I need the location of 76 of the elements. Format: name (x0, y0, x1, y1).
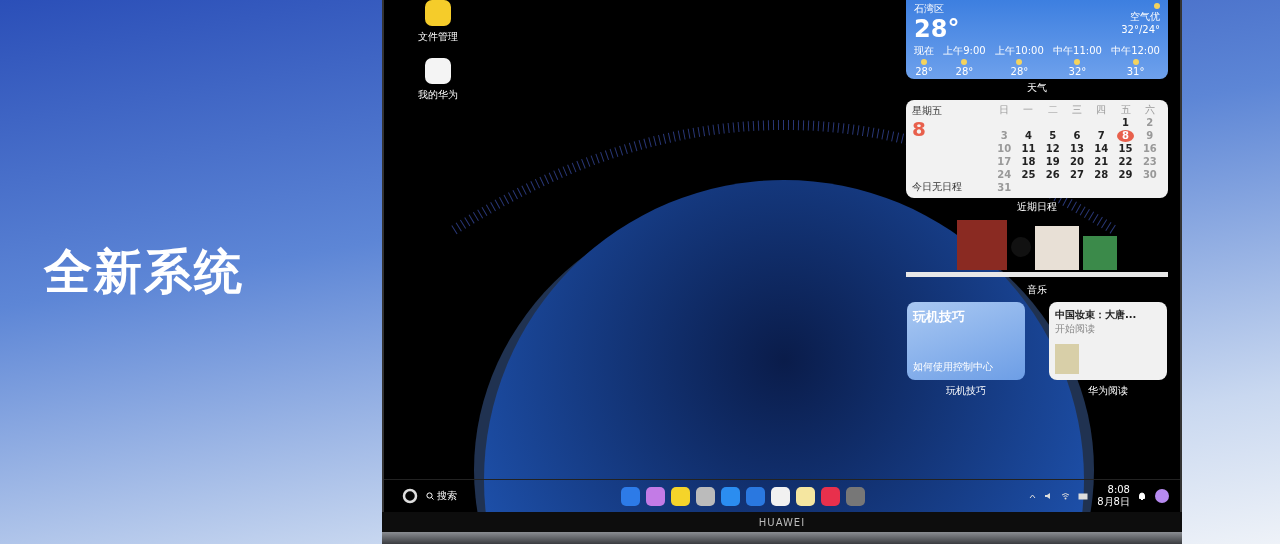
chevron-up-icon[interactable] (1029, 492, 1037, 500)
temperature-range: 32°/24° (1121, 24, 1160, 35)
weekday-header: 六 (1143, 104, 1156, 116)
calendar-day[interactable]: 28 (1092, 169, 1110, 181)
sun-icon (1154, 3, 1160, 9)
hour-temperature: 28° (955, 66, 974, 77)
photo-placeholder (1083, 236, 1117, 270)
calendar-day[interactable]: 21 (1092, 156, 1110, 168)
photo-placeholder (1055, 344, 1079, 374)
calendar-day[interactable]: 13 (1068, 143, 1086, 155)
headline: 全新系统 (44, 242, 244, 301)
circle-icon[interactable] (402, 488, 418, 504)
weekday-text: 星期五 (912, 104, 943, 118)
weekday-header: 五 (1119, 104, 1132, 116)
calendar-day[interactable]: 19 (1044, 156, 1062, 168)
photo-placeholder (1035, 226, 1079, 270)
sun-icon (921, 59, 927, 65)
brand-text: HUAWEI (758, 516, 806, 528)
sun-icon (1016, 59, 1023, 65)
calendar-day[interactable]: 14 (1092, 143, 1110, 155)
calendar-day[interactable]: 1 (1117, 117, 1135, 129)
calendar-day[interactable]: 4 (1019, 130, 1037, 142)
hour-temperature: 28° (915, 66, 933, 77)
air-quality-text: 空气优 (1130, 10, 1160, 24)
bell-icon[interactable] (1138, 491, 1146, 501)
calendar-day[interactable]: 27 (1068, 169, 1086, 181)
temperature-text: 28° (914, 16, 960, 42)
card-subtitle: 如何使用控制中心 (913, 360, 994, 374)
calendar-day[interactable]: 7 (1092, 130, 1110, 142)
desktop-shortcut[interactable]: 文件管理 (414, 0, 462, 44)
calendar-day[interactable]: 20 (1068, 156, 1086, 168)
calendar-day[interactable]: 25 (1019, 169, 1037, 181)
battery-icon[interactable] (1078, 492, 1090, 500)
calendar-day[interactable]: 29 (1117, 169, 1135, 181)
hour-text: 中午11:00 (1053, 44, 1102, 58)
hour-temperature: 32° (1068, 66, 1087, 77)
card-title: 玩机技巧 (913, 308, 966, 326)
shortcut-label: 我的华为 (418, 88, 458, 102)
sun-icon (1132, 59, 1139, 65)
shortcut-label: 文件管理 (418, 30, 458, 44)
widget-label: 天气 (1027, 81, 1047, 95)
hour-temperature: 28° (1010, 66, 1029, 77)
hour-temperature: 31° (1126, 66, 1145, 77)
widget-label: 音乐 (1027, 283, 1047, 297)
calendar-day[interactable]: 22 (1117, 156, 1135, 168)
date-number: 8 (912, 118, 927, 140)
weekday-header: 日 (998, 104, 1011, 116)
widget-label: 华为阅读 (1088, 384, 1128, 398)
widget-label: 近期日程 (1017, 200, 1057, 214)
calendar-day[interactable]: 5 (1044, 130, 1062, 142)
hour-text: 现在 (914, 44, 934, 58)
card-subtitle: 开始阅读 (1055, 322, 1095, 336)
location-text: 石湾区 (914, 2, 944, 16)
orb-icon[interactable] (1154, 488, 1170, 504)
sun-icon (961, 59, 968, 65)
sun-icon (1074, 59, 1081, 65)
search-icon (426, 492, 434, 500)
hour-text: 中午12:00 (1111, 44, 1160, 58)
schedule-text: 今日无日程 (912, 180, 963, 194)
calendar-day[interactable]: 11 (1019, 143, 1037, 155)
calendar-day[interactable]: 6 (1068, 130, 1086, 142)
weekday-header: 三 (1071, 104, 1083, 116)
photo-placeholder (957, 220, 1007, 270)
hour-text: 上午9:00 (943, 44, 986, 58)
calendar-day[interactable]: 18 (1019, 156, 1037, 168)
widget-label: 玩机技巧 (946, 384, 986, 398)
calendar-day[interactable]: 26 (1044, 169, 1062, 181)
hour-text: 上午10:00 (994, 44, 1044, 58)
wifi-icon[interactable] (1061, 492, 1071, 500)
calendar-day[interactable]: 15 (1117, 143, 1135, 155)
calendar-day[interactable]: 12 (1044, 143, 1062, 155)
clock[interactable]: 8:08 8月8日 (1097, 483, 1130, 509)
desktop-shortcut[interactable]: 我的华为 (414, 58, 462, 102)
book-title: 中国妆束：大唐... (1055, 308, 1137, 322)
weekday-header: 四 (1095, 104, 1108, 116)
search-button[interactable]: 搜索 (426, 489, 457, 503)
